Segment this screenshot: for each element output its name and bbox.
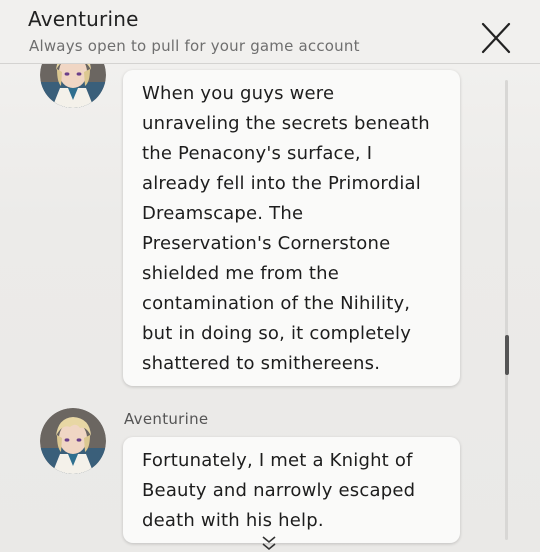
- chevron-double-down-icon: [262, 536, 276, 551]
- chat-window: Aventurine Always open to pull for your …: [0, 0, 540, 552]
- message-bubble[interactable]: When you guys were unraveling the secret…: [123, 70, 460, 386]
- scroll-down-indicator[interactable]: [259, 534, 279, 552]
- avatar[interactable]: [40, 408, 106, 474]
- scrollbar-thumb[interactable]: [505, 335, 509, 375]
- message-text: Fortunately, I met a Knight of Beauty an…: [142, 450, 416, 531]
- close-icon: [481, 22, 511, 54]
- message-bubble[interactable]: Fortunately, I met a Knight of Beauty an…: [123, 437, 460, 543]
- avatar[interactable]: [40, 64, 106, 108]
- avatar-aventurine-icon: [40, 64, 106, 108]
- header-divider: [0, 63, 540, 64]
- close-button[interactable]: [476, 18, 516, 58]
- message-text: When you guys were unraveling the secret…: [142, 83, 430, 374]
- contact-signature: Always open to pull for your game accoun…: [29, 37, 360, 55]
- sender-name: Aventurine: [124, 410, 209, 428]
- chat-header: Aventurine Always open to pull for your …: [0, 0, 540, 64]
- chat-scroll-area[interactable]: When you guys were unraveling the secret…: [0, 64, 540, 552]
- contact-name: Aventurine: [28, 7, 139, 31]
- avatar-aventurine-icon: [40, 408, 106, 474]
- scrollbar-track[interactable]: [505, 80, 508, 540]
